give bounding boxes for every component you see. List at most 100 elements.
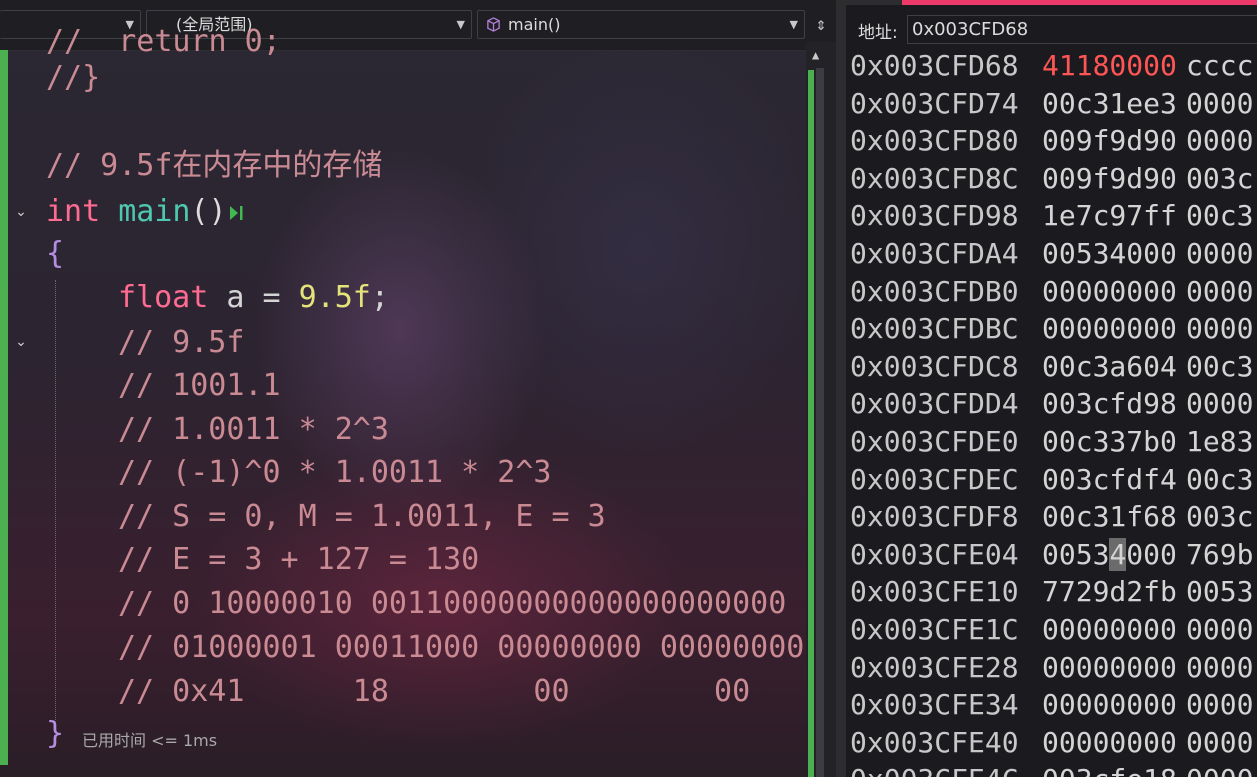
memory-address: 0x003CFD74 <box>850 87 1019 120</box>
code-line-float: float a = 9.5f; <box>118 280 389 320</box>
memory-word[interactable]: 009f9d90 <box>1042 161 1186 197</box>
memory-word[interactable]: 0053 <box>1186 574 1253 610</box>
pane-splitter[interactable] <box>836 0 846 777</box>
memory-row[interactable]: 0x003CFD80 009f9d90 0000 <box>850 123 1253 160</box>
memory-word[interactable]: 00000000 <box>1042 725 1186 761</box>
scroll-up-icon[interactable]: ▲ <box>812 48 819 62</box>
memory-row[interactable]: 0x003CFDEC 003cfdf4 00c3 <box>850 462 1253 499</box>
memory-word[interactable]: 003c <box>1186 161 1253 197</box>
memory-row[interactable]: 0x003CFE40 00000000 0000 <box>850 725 1253 762</box>
memory-address: 0x003CFE1C <box>850 613 1019 646</box>
keyword-int: int <box>46 194 101 229</box>
memory-row[interactable]: 0x003CFE4C003cfe180000 <box>850 762 1253 777</box>
indent-guide <box>55 280 56 720</box>
memory-word[interactable]: 00c3 <box>1186 349 1253 385</box>
code-editor[interactable]: ▼ (全局范围) ▼ main() ▼ ⇕ ⌄ ⌄ // return 0; /… <box>0 0 836 777</box>
float-literal: 9.5f <box>298 280 371 315</box>
memory-word[interactable]: 0000 <box>1186 236 1253 272</box>
split-window-icon[interactable]: ⇕ <box>809 12 833 38</box>
memory-address: 0x003CFDBC <box>850 312 1019 345</box>
memory-word[interactable]: 41180000 <box>1042 48 1186 84</box>
memory-address: 0x003CFDF8 <box>850 500 1019 533</box>
memory-word[interactable]: 00534000 <box>1042 236 1186 272</box>
memory-word[interactable]: 0000 <box>1186 86 1253 122</box>
memory-word[interactable]: 00c3 <box>1186 462 1253 498</box>
memory-word[interactable]: 00c31ee3 <box>1042 86 1186 122</box>
parens: () <box>190 194 227 229</box>
memory-word[interactable]: 009f9d90 <box>1042 123 1186 159</box>
memory-word[interactable]: 0000 <box>1186 687 1253 723</box>
code-line-comment: // (-1)^0 * 1.0011 * 2^3 <box>118 455 552 490</box>
code-line-comment: // E = 3 + 127 = 130 <box>118 542 480 577</box>
memory-row[interactable]: 0x003CFE34 00000000 0000 <box>850 687 1253 724</box>
memory-row[interactable]: 0x003CFDD4 003cfd98 0000 <box>850 386 1253 423</box>
vertical-scrollbar[interactable]: ▲ <box>806 42 836 777</box>
memory-word[interactable]: 0000 <box>1186 650 1253 686</box>
fold-toggle-icon[interactable]: ⌄ <box>12 333 30 351</box>
memory-row[interactable]: 0x003CFE04 00534000 769b <box>850 537 1253 574</box>
run-to-here-icon[interactable] <box>227 203 247 223</box>
function-name: main <box>118 194 191 229</box>
memory-row[interactable]: 0x003CFD68 41180000 cccc <box>850 48 1253 85</box>
memory-word[interactable]: cccc <box>1186 48 1253 84</box>
memory-address: 0x003CFDC8 <box>850 350 1019 383</box>
memory-row[interactable]: 0x003CFDF8 00c31f68 003c <box>850 499 1253 536</box>
memory-row[interactable]: 0x003CFD8C 009f9d90 003c <box>850 161 1253 198</box>
memory-word[interactable]: 003cfd98 <box>1042 386 1186 422</box>
memory-word[interactable]: 0000 <box>1186 612 1253 648</box>
memory-row[interactable]: 0x003CFDE0 00c337b0 1e83 <box>850 424 1253 461</box>
code-line-main: int main() <box>46 194 247 234</box>
memory-word[interactable]: 00534000 <box>1042 537 1186 573</box>
memory-word[interactable]: 0000 <box>1186 311 1253 347</box>
memory-word[interactable]: 00000000 <box>1042 612 1186 648</box>
memory-word[interactable]: 0000 <box>1186 123 1253 159</box>
memory-address: 0x003CFDEC <box>850 463 1019 496</box>
memory-row[interactable]: 0x003CFDBC 00000000 0000 <box>850 311 1253 348</box>
memory-word[interactable]: 00000000 <box>1042 274 1186 310</box>
memory-word[interactable]: 0000 <box>1186 386 1253 422</box>
memory-cursor: 4 <box>1109 538 1127 571</box>
memory-row[interactable]: 0x003CFDB0 00000000 0000 <box>850 274 1253 311</box>
memory-word[interactable]: 00c31f68 <box>1042 499 1186 535</box>
memory-address: 0x003CFD8C <box>850 162 1019 195</box>
address-input[interactable]: 0x003CFD68 <box>907 15 1257 44</box>
code-line-comment: // 01000001 00011000 00000000 00000000 <box>118 630 805 665</box>
function-dropdown[interactable]: main() ▼ <box>477 10 805 39</box>
memory-word[interactable]: 1e7c97ff <box>1042 198 1186 234</box>
memory-row[interactable]: 0x003CFD98 1e7c97ff 00c3 <box>850 198 1253 235</box>
memory-word[interactable]: 00c3 <box>1186 198 1253 234</box>
memory-word[interactable]: 00000000 <box>1042 687 1186 723</box>
code-line-comment: // 0x41 18 00 00 <box>118 674 751 709</box>
memory-word[interactable]: 0000 <box>1186 762 1253 777</box>
code-line: //} <box>46 60 101 95</box>
memory-row[interactable]: 0x003CFD74 00c31ee3 0000 <box>850 86 1253 123</box>
chevron-down-icon: ▼ <box>456 18 465 31</box>
memory-word[interactable]: 003cfdf4 <box>1042 462 1186 498</box>
memory-word[interactable]: 1e83 <box>1186 424 1253 460</box>
memory-word[interactable]: 003c <box>1186 499 1253 535</box>
memory-word[interactable]: 00000000 <box>1042 311 1186 347</box>
memory-row[interactable]: 0x003CFDA4 00534000 0000 <box>850 236 1253 273</box>
variable-a: a = <box>226 280 281 315</box>
function-dropdown-label: main() <box>508 15 561 34</box>
memory-window[interactable]: 地址: 0x003CFD68 0x003CFD68 41180000 cccc 0x0… <box>846 0 1257 777</box>
memory-address: 0x003CFD68 <box>850 49 1019 82</box>
memory-word[interactable]: 00c337b0 <box>1042 424 1186 460</box>
memory-word[interactable]: 7729d2fb <box>1042 574 1186 610</box>
memory-row[interactable]: 0x003CFE1C 00000000 0000 <box>850 612 1253 649</box>
memory-row[interactable]: 0x003CFE10 7729d2fb 0053 <box>850 574 1253 611</box>
memory-row[interactable]: 0x003CFE28 00000000 0000 <box>850 650 1253 687</box>
fold-toggle-icon[interactable]: ⌄ <box>12 203 30 221</box>
memory-word[interactable]: 0000 <box>1186 274 1253 310</box>
memory-word[interactable]: 0000 <box>1186 725 1253 761</box>
memory-word[interactable]: 00000000 <box>1042 650 1186 686</box>
memory-address: 0x003CFE4C <box>850 762 1042 777</box>
cube-icon <box>487 17 500 32</box>
memory-row[interactable]: 0x003CFDC8 00c3a604 00c3 <box>850 349 1253 386</box>
memory-word[interactable]: 003cfe18 <box>1042 762 1186 777</box>
memory-word[interactable]: 769b <box>1186 537 1253 573</box>
scrollbar-thumb[interactable] <box>816 68 824 777</box>
code-line-comment: // 1.0011 * 2^3 <box>118 412 389 447</box>
memory-word[interactable]: 00c3a604 <box>1042 349 1186 385</box>
tab-gap <box>846 0 902 5</box>
